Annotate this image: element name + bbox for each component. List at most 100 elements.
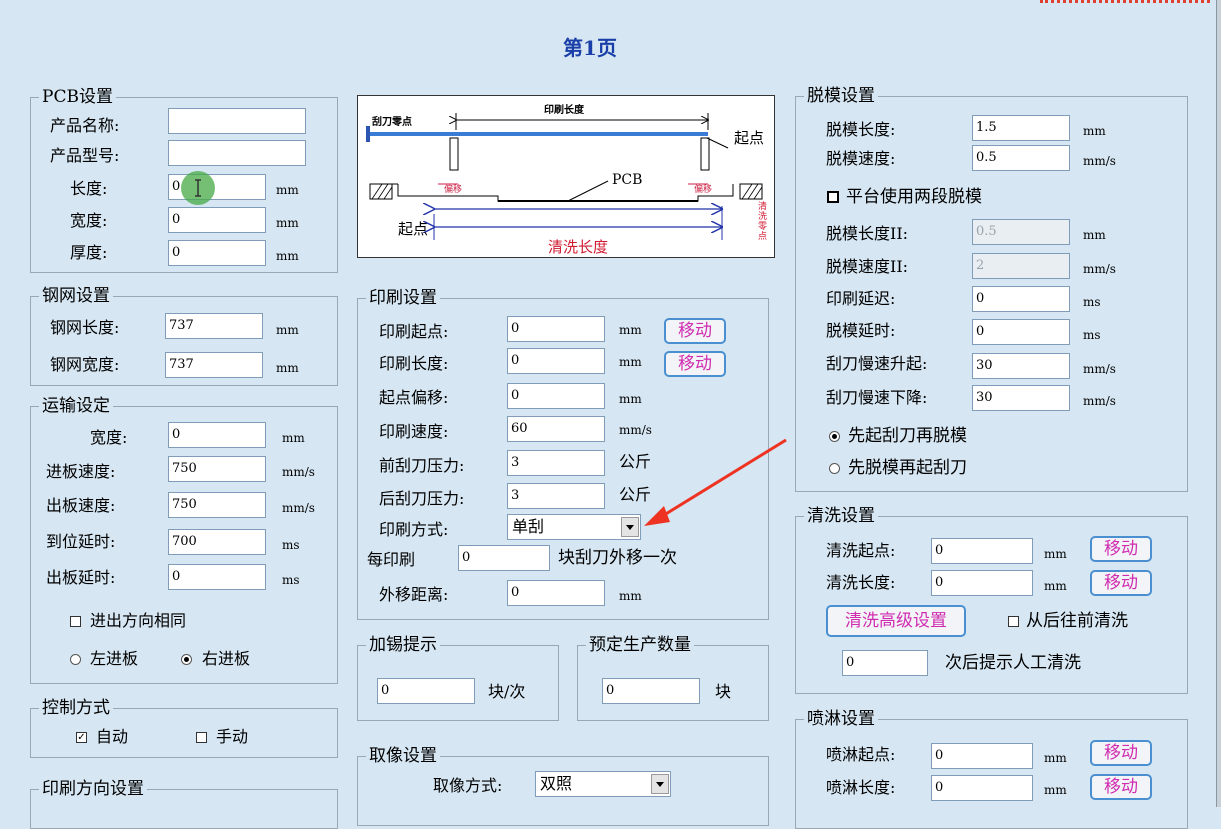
production-quantity-input[interactable]: 0 <box>602 678 700 704</box>
option-first-radio[interactable] <box>829 431 840 442</box>
clean-advanced-button[interactable]: 清洗高级设置 <box>826 605 966 637</box>
two-stage-checkbox[interactable] <box>827 191 839 203</box>
dropdown-arrow-icon[interactable] <box>621 517 639 537</box>
auto-checkbox[interactable]: ✓ <box>76 732 87 743</box>
print-start-move-button[interactable]: 移动 <box>664 318 726 344</box>
transport-width-input[interactable]: 0 <box>168 422 266 448</box>
dropdown-arrow-icon[interactable] <box>651 774 669 794</box>
two-stage-label: 平台使用两段脱模 <box>846 187 982 207</box>
start-offset-label: 起点偏移: <box>379 388 449 407</box>
print-length-move-button[interactable]: 移动 <box>664 351 726 377</box>
spray-settings-title: 喷淋设置 <box>804 710 878 728</box>
demold-length2-input[interactable]: 0.5 <box>972 219 1070 245</box>
demold-length2-label: 脱模长度II: <box>826 224 909 243</box>
solder-prompt-input[interactable]: 0 <box>377 678 475 704</box>
out-delay-input[interactable]: 0 <box>168 564 266 590</box>
camera-mode-label: 取像方式: <box>433 776 503 795</box>
pcb-thickness-unit: mm <box>276 249 299 263</box>
demold-speed-label: 脱模速度: <box>826 149 896 168</box>
left-in-label: 左进板 <box>90 649 139 668</box>
right-in-radio[interactable] <box>181 654 192 665</box>
pcb-thickness-input[interactable]: 0 <box>168 240 266 266</box>
production-quantity-unit: 块 <box>715 682 732 701</box>
option-second-radio[interactable] <box>829 463 840 474</box>
pcb-width-input[interactable]: 0 <box>168 207 266 233</box>
spray-start-label: 喷淋起点: <box>826 745 896 764</box>
in-speed-input[interactable]: 750 <box>168 456 266 482</box>
demold-speed-unit: mm/s <box>1083 154 1116 168</box>
stencil-length-input[interactable]: 737 <box>165 313 263 339</box>
transport-settings-title: 运输设定 <box>39 397 113 415</box>
product-name-input[interactable] <box>168 108 306 134</box>
diagram-start-bottom-label: 起点 <box>398 220 429 238</box>
front-pressure-input[interactable]: 3 <box>507 450 605 476</box>
manual-checkbox[interactable] <box>196 732 207 743</box>
print-settings-title: 印刷设置 <box>366 289 440 307</box>
diagram-offset-right-label: 偏移 <box>694 185 713 195</box>
stencil-width-unit: mm <box>276 361 299 375</box>
demold-delay-input[interactable]: 0 <box>972 319 1070 345</box>
same-direction-checkbox[interactable] <box>70 616 81 627</box>
diagram-clean-zero-label: 清洗零点 <box>758 202 768 242</box>
spray-length-move-button[interactable]: 移动 <box>1090 774 1152 800</box>
spray-length-label: 喷淋长度: <box>826 778 896 797</box>
clean-length-move-button[interactable]: 移动 <box>1090 570 1152 596</box>
demold-delay-label: 脱模延时: <box>826 321 896 340</box>
demold-speed-input[interactable]: 0.5 <box>972 145 1070 171</box>
diagram-clean-length-label: 清洗长度 <box>548 238 609 256</box>
spray-length-input[interactable]: 0 <box>931 775 1033 801</box>
slow-up-input[interactable]: 30 <box>972 353 1070 379</box>
clean-prompt-input[interactable]: 0 <box>842 650 928 676</box>
demold-settings-title: 脱模设置 <box>804 87 878 105</box>
out-speed-label: 出板速度: <box>46 496 116 515</box>
rear-pressure-input[interactable]: 3 <box>507 483 605 509</box>
product-model-input[interactable] <box>168 140 306 166</box>
shift-distance-label: 外移距离: <box>379 585 449 604</box>
right-in-label: 右进板 <box>202 649 251 668</box>
print-speed-label: 印刷速度: <box>379 422 449 441</box>
demold-speed2-label: 脱模速度II: <box>826 257 909 276</box>
spray-start-unit: mm <box>1044 751 1067 765</box>
clean-length-input[interactable]: 0 <box>931 570 1033 596</box>
demold-delay-unit: ms <box>1083 328 1101 342</box>
print-speed-input[interactable]: 60 <box>507 416 605 442</box>
arrive-delay-input[interactable]: 700 <box>168 529 266 555</box>
slow-down-input[interactable]: 30 <box>972 385 1070 411</box>
back-to-front-checkbox[interactable] <box>1008 616 1019 627</box>
stencil-width-input[interactable]: 737 <box>165 352 263 378</box>
clean-start-move-button[interactable]: 移动 <box>1090 536 1152 562</box>
print-start-unit: mm <box>619 323 642 337</box>
production-quantity-title: 预定生产数量 <box>586 636 694 654</box>
demold-speed2-input[interactable]: 2 <box>972 253 1070 279</box>
back-to-front-label: 从后往前清洗 <box>1026 611 1128 631</box>
vertical-scrollbar[interactable] <box>1216 0 1221 807</box>
manual-label: 手动 <box>216 727 249 746</box>
spray-start-move-button[interactable]: 移动 <box>1090 740 1152 766</box>
camera-mode-select[interactable]: 双照 <box>535 771 671 797</box>
every-print-input[interactable]: 0 <box>458 545 550 571</box>
solder-prompt-unit: 块/次 <box>488 682 526 701</box>
slow-up-unit: mm/s <box>1083 362 1116 376</box>
clipped-header-decoration <box>1040 0 1210 7</box>
start-offset-input[interactable]: 0 <box>507 383 605 409</box>
shift-distance-unit: mm <box>619 589 642 603</box>
left-in-radio[interactable] <box>70 654 81 665</box>
print-delay-input[interactable]: 0 <box>972 286 1070 312</box>
print-start-input[interactable]: 0 <box>507 316 605 342</box>
print-mode-select[interactable]: 单刮 <box>507 514 641 540</box>
out-speed-input[interactable]: 750 <box>168 492 266 518</box>
demold-length-input[interactable]: 1.5 <box>972 115 1070 141</box>
diagram-start-top-label: 起点 <box>734 129 765 147</box>
rear-pressure-label: 后刮刀压力: <box>379 489 465 508</box>
clean-settings-title: 清洗设置 <box>804 507 878 525</box>
clean-start-input[interactable]: 0 <box>931 538 1033 564</box>
print-mode-value: 单刮 <box>512 517 545 536</box>
page-title: 第1页 <box>563 36 617 60</box>
print-length-input[interactable]: 0 <box>507 348 605 374</box>
pcb-width-label: 宽度: <box>70 211 108 230</box>
spray-start-input[interactable]: 0 <box>931 743 1033 769</box>
transport-width-unit: mm <box>282 431 305 445</box>
diagram-offset-left-label: 偏移 <box>444 185 463 195</box>
print-length-label: 印刷长度: <box>379 354 449 373</box>
shift-distance-input[interactable]: 0 <box>507 580 605 606</box>
